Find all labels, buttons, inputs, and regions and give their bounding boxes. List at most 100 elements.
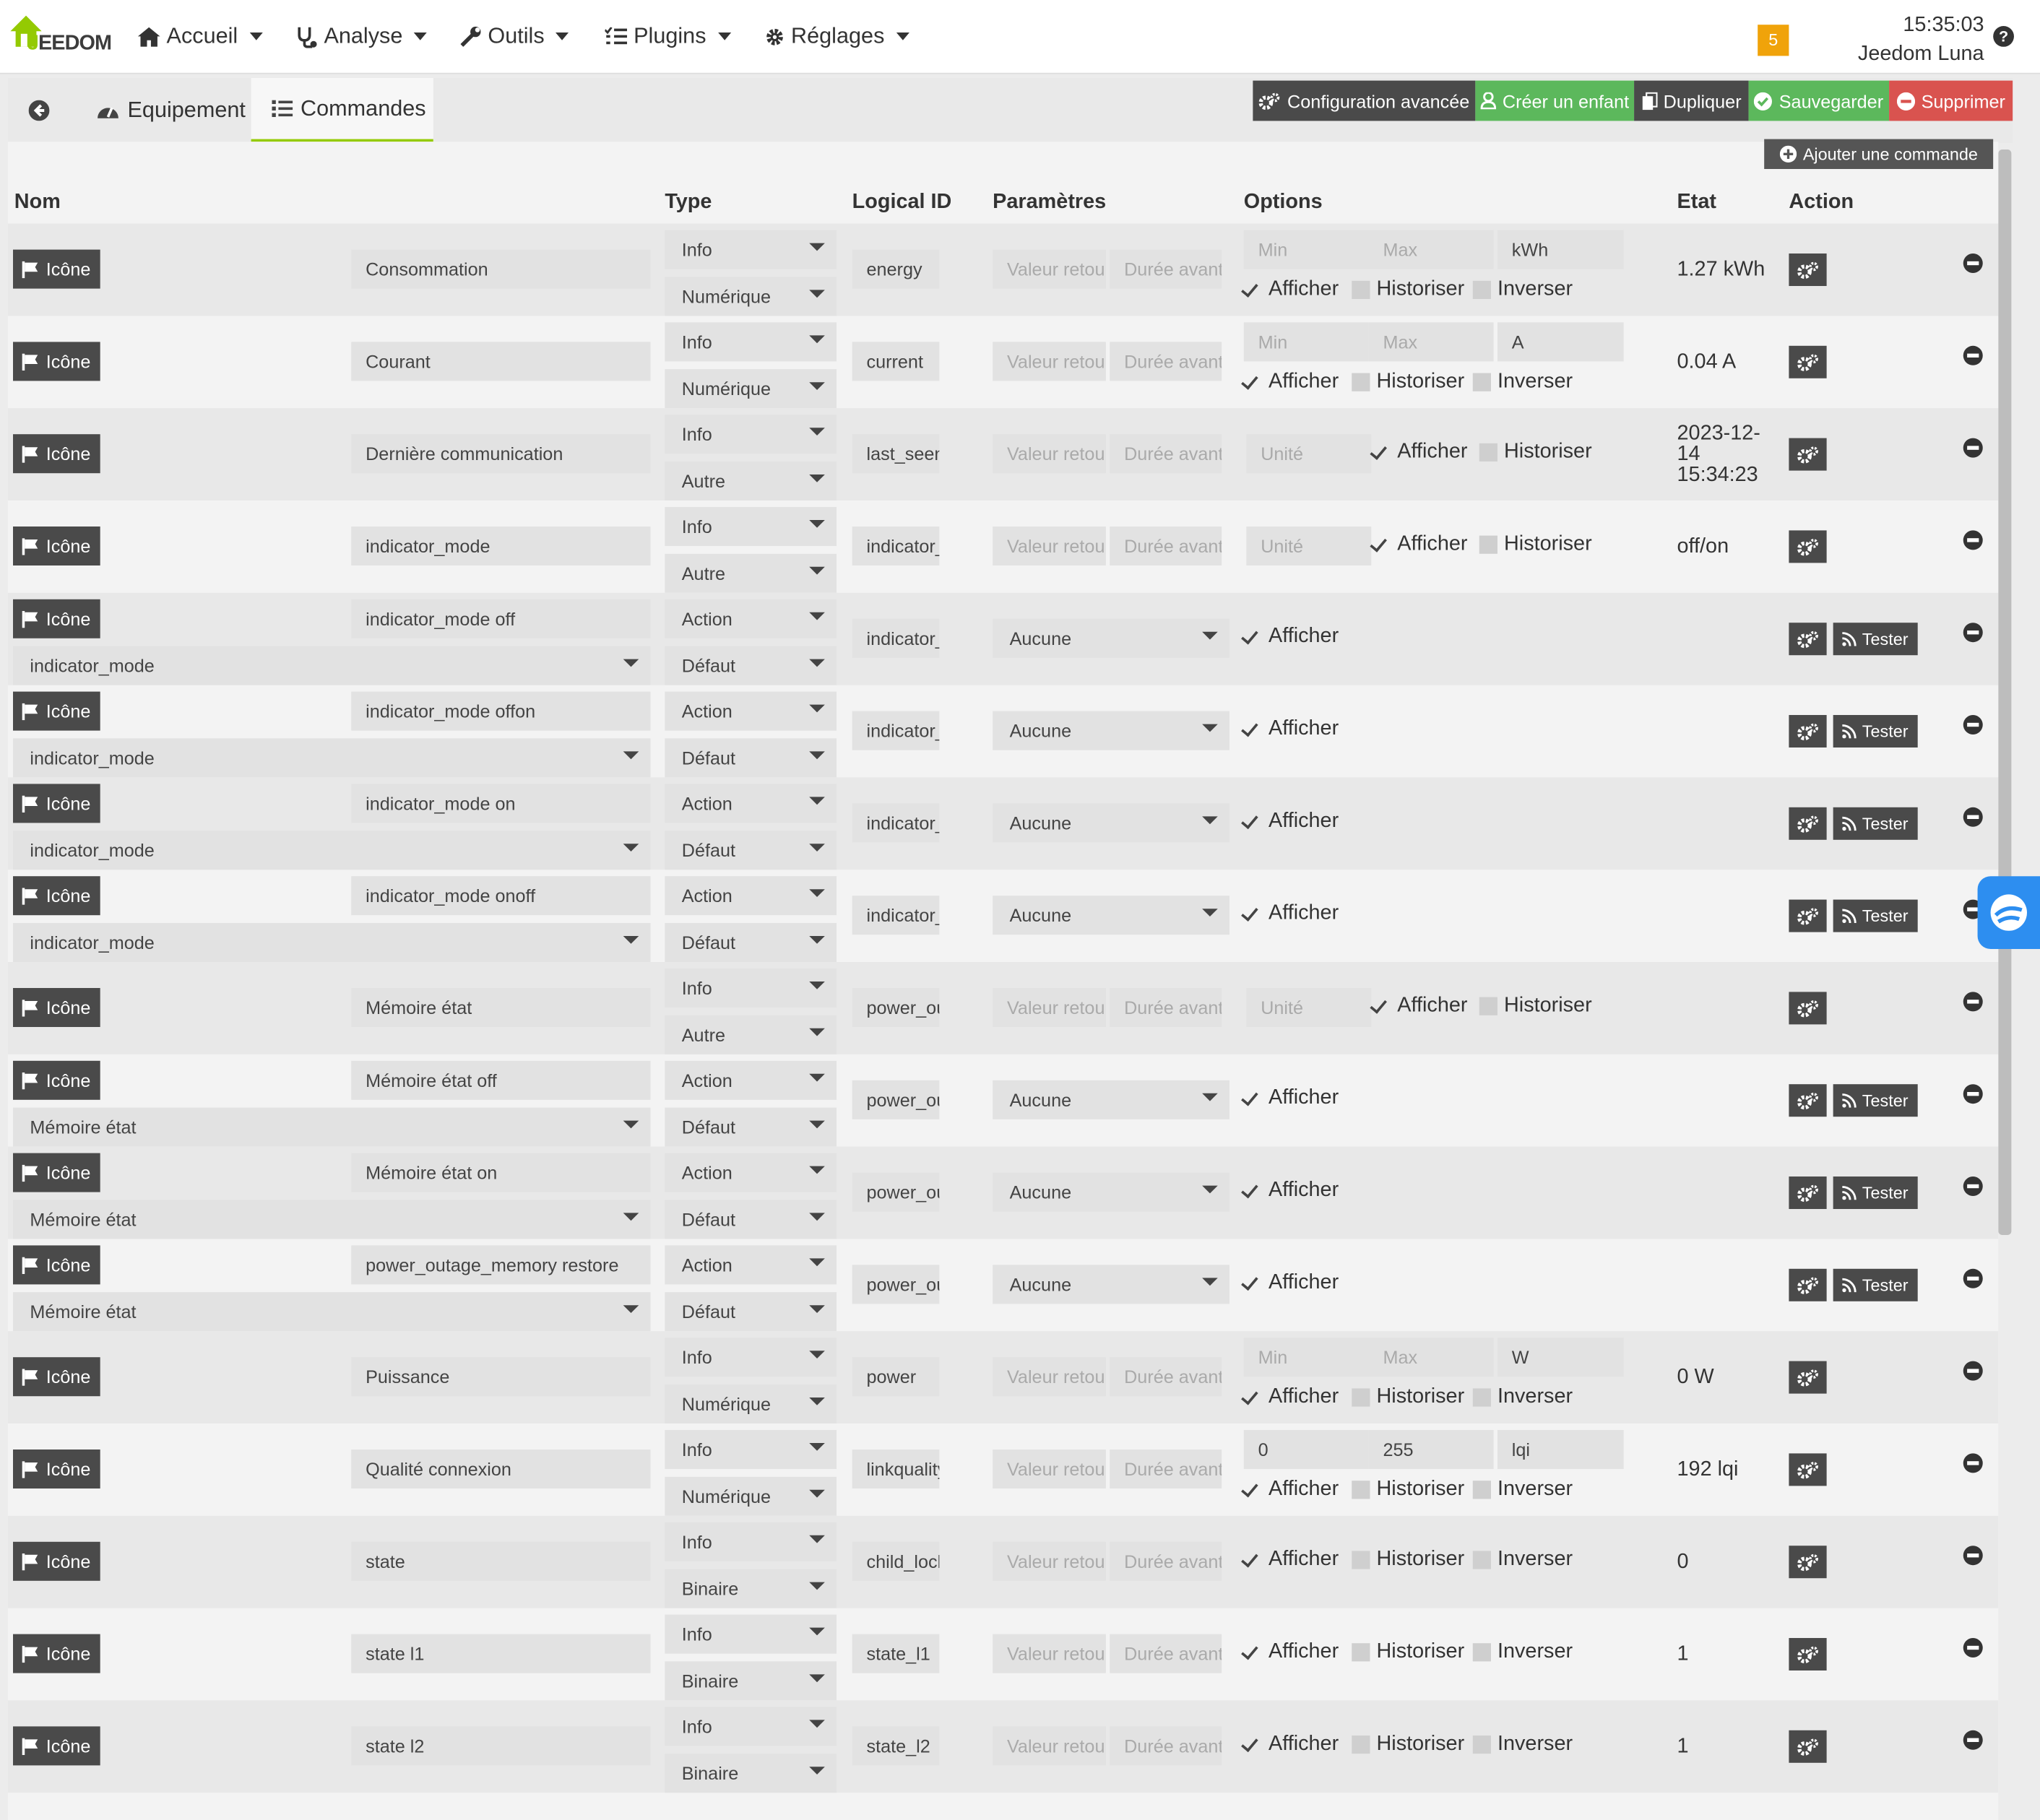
delete-button[interactable]: Supprimer: [1889, 80, 2013, 121]
historiser-checkbox[interactable]: Historiser: [1352, 1386, 1464, 1409]
remove-command-icon[interactable]: [1963, 715, 1983, 734]
afficher-checkbox[interactable]: Afficher: [1244, 625, 1339, 649]
type-select[interactable]: Action: [665, 784, 837, 823]
type-select[interactable]: Action: [665, 1060, 837, 1100]
linked-info-select[interactable]: Mémoire état: [13, 1200, 651, 1239]
linked-info-select[interactable]: indicator_mode: [13, 831, 651, 870]
icon-select-button[interactable]: Icône: [13, 1357, 100, 1397]
inverser-checkbox[interactable]: Inverser: [1472, 278, 1573, 301]
inverser-checkbox[interactable]: Inverser: [1472, 1548, 1573, 1572]
config-button[interactable]: [1789, 1361, 1827, 1394]
remove-command-icon[interactable]: [1963, 1084, 1983, 1104]
advanced-config-button[interactable]: Configuration avancée: [1253, 80, 1476, 121]
logical-id-input[interactable]: energy: [852, 249, 940, 289]
assistant-float-button[interactable]: [1977, 876, 2040, 949]
subtype-select[interactable]: Numérique: [665, 277, 837, 316]
config-button[interactable]: [1789, 1546, 1827, 1579]
logical-id-input[interactable]: power_outage_memory: [852, 988, 940, 1027]
command-name-input[interactable]: state: [351, 1541, 651, 1581]
logical-id-input[interactable]: power_outage_memory: [852, 1172, 940, 1212]
notification-badge[interactable]: 5: [1758, 25, 1789, 56]
icon-select-button[interactable]: Icône: [13, 1634, 100, 1673]
icon-select-button[interactable]: Icône: [13, 599, 100, 638]
type-select[interactable]: Info: [665, 1522, 837, 1561]
remove-command-icon[interactable]: [1963, 530, 1983, 550]
param-select[interactable]: Aucune: [993, 803, 1229, 843]
param-select[interactable]: Aucune: [993, 1080, 1229, 1119]
inverser-checkbox[interactable]: Inverser: [1472, 1641, 1573, 1664]
duration-input[interactable]: Durée avant: [1110, 1726, 1222, 1766]
nav-plugins[interactable]: Plugins: [605, 23, 731, 49]
command-name-input[interactable]: Mémoire état: [351, 988, 651, 1027]
historiser-checkbox[interactable]: Historiser: [1352, 1733, 1464, 1756]
afficher-checkbox[interactable]: Afficher: [1244, 810, 1339, 833]
tab-commandes[interactable]: Commandes: [251, 78, 433, 142]
subtype-select[interactable]: Numérique: [665, 369, 837, 409]
inverser-checkbox[interactable]: Inverser: [1472, 1386, 1573, 1409]
type-select[interactable]: Info: [665, 415, 837, 454]
unit-input[interactable]: Unité: [1246, 526, 1372, 566]
afficher-checkbox[interactable]: Afficher: [1244, 1641, 1339, 1664]
afficher-checkbox[interactable]: Afficher: [1244, 1271, 1339, 1294]
linked-info-select[interactable]: indicator_mode: [13, 646, 651, 685]
logical-id-input[interactable]: last_seen: [852, 434, 940, 474]
config-button[interactable]: [1789, 1268, 1827, 1301]
test-button[interactable]: Tester: [1833, 623, 1918, 656]
duration-input[interactable]: Durée avant: [1110, 342, 1222, 381]
type-select[interactable]: Info: [665, 322, 837, 362]
type-select[interactable]: Action: [665, 691, 837, 731]
value-return-input[interactable]: Valeur retour: [993, 526, 1106, 566]
config-button[interactable]: [1789, 807, 1827, 840]
inverser-checkbox[interactable]: Inverser: [1472, 1733, 1573, 1756]
config-button[interactable]: [1789, 345, 1827, 378]
max-input[interactable]: 255: [1368, 1430, 1494, 1469]
subtype-select[interactable]: Défaut: [665, 646, 837, 685]
icon-select-button[interactable]: Icône: [13, 1450, 100, 1488]
subtype-select[interactable]: Binaire: [665, 1754, 837, 1793]
logical-id-input[interactable]: power_outage_memory: [852, 1265, 940, 1304]
logical-id-input[interactable]: indicator_mode: [852, 896, 940, 935]
back-button[interactable]: [8, 78, 70, 142]
icon-select-button[interactable]: Icône: [13, 526, 100, 566]
create-child-button[interactable]: Créer un enfant: [1475, 80, 1635, 121]
linked-info-select[interactable]: Mémoire état: [13, 1107, 651, 1147]
command-name-input[interactable]: Mémoire état on: [351, 1153, 651, 1192]
afficher-checkbox[interactable]: Afficher: [1244, 1179, 1339, 1202]
command-name-input[interactable]: state l2: [351, 1726, 651, 1766]
historiser-checkbox[interactable]: Historiser: [1352, 1478, 1464, 1502]
remove-command-icon[interactable]: [1963, 1361, 1983, 1381]
logical-id-input[interactable]: state_l2: [852, 1726, 940, 1766]
remove-command-icon[interactable]: [1963, 1638, 1983, 1658]
historiser-checkbox[interactable]: Historiser: [1479, 994, 1592, 1018]
help-icon[interactable]: ?: [1993, 26, 2014, 47]
historiser-checkbox[interactable]: Historiser: [1352, 1548, 1464, 1572]
param-select[interactable]: Aucune: [993, 711, 1229, 750]
logical-id-input[interactable]: indicator_mode: [852, 803, 940, 843]
command-name-input[interactable]: Puissance: [351, 1357, 651, 1397]
afficher-checkbox[interactable]: Afficher: [1244, 1548, 1339, 1572]
afficher-checkbox[interactable]: Afficher: [1373, 994, 1467, 1018]
icon-select-button[interactable]: Icône: [13, 342, 100, 381]
icon-select-button[interactable]: Icône: [13, 434, 100, 474]
duration-input[interactable]: Durée avant: [1110, 249, 1222, 289]
param-select[interactable]: Aucune: [993, 896, 1229, 935]
command-name-input[interactable]: Dernière communication: [351, 434, 651, 474]
unit-input[interactable]: lqi: [1497, 1430, 1624, 1469]
command-name-input[interactable]: Mémoire état off: [351, 1060, 651, 1100]
remove-command-icon[interactable]: [1963, 345, 1983, 365]
icon-select-button[interactable]: Icône: [13, 876, 100, 916]
subtype-select[interactable]: Autre: [665, 462, 837, 500]
test-button[interactable]: Tester: [1833, 1268, 1918, 1301]
remove-command-icon[interactable]: [1963, 807, 1983, 827]
afficher-checkbox[interactable]: Afficher: [1244, 278, 1339, 301]
subtype-select[interactable]: Défaut: [665, 1107, 837, 1147]
type-select[interactable]: Info: [665, 507, 837, 546]
min-input[interactable]: 0: [1243, 1430, 1369, 1469]
duration-input[interactable]: Durée avant: [1110, 1541, 1222, 1581]
duration-input[interactable]: Durée avant: [1110, 988, 1222, 1027]
afficher-checkbox[interactable]: Afficher: [1244, 1087, 1339, 1110]
icon-select-button[interactable]: Icône: [13, 1541, 100, 1581]
command-name-input[interactable]: indicator_mode: [351, 526, 651, 566]
logical-id-input[interactable]: power_outage_memory: [852, 1080, 940, 1119]
command-name-input[interactable]: indicator_mode onoff: [351, 876, 651, 916]
